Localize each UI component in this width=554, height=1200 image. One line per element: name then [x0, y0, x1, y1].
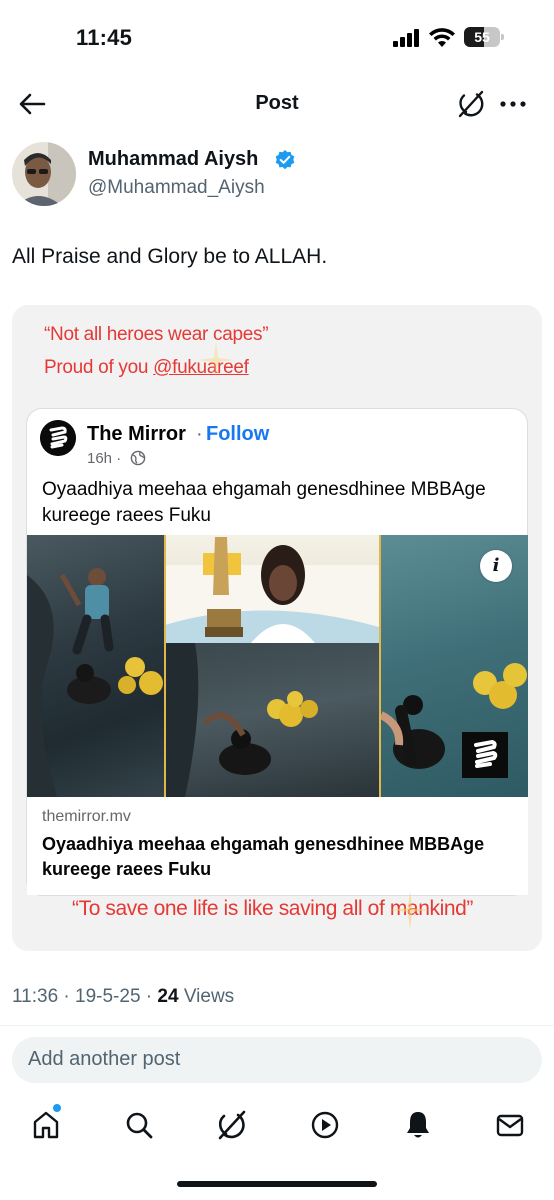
status-bar: 11:45 55 — [0, 0, 554, 70]
sparkle-decoration — [198, 342, 234, 378]
divider — [0, 1025, 554, 1026]
rescue-photo-2 — [165, 643, 379, 797]
video-icon[interactable] — [309, 1109, 341, 1141]
post-text: All Praise and Glory be to ALLAH. — [12, 245, 328, 268]
the-mirror-watermark-icon — [462, 732, 508, 778]
bottom-nav — [0, 1095, 554, 1155]
avatar[interactable] — [12, 142, 76, 206]
embedded-separator: · — [196, 423, 203, 445]
views-count[interactable]: 24 — [157, 986, 178, 1007]
search-icon[interactable] — [123, 1109, 155, 1141]
link-title: Oyaadhiya meehaa ehgamah genesdhinee MBB… — [42, 834, 485, 879]
post-time: 11:36 — [12, 986, 59, 1007]
add-post-placeholder: Add another post — [28, 1048, 181, 1070]
verified-badge-icon — [275, 150, 295, 170]
embedded-photo-collage — [27, 535, 528, 797]
grok-icon[interactable] — [216, 1109, 248, 1141]
link-domain: themirror.mv — [42, 808, 131, 825]
battery-level: 55 — [474, 29, 490, 45]
post-header: Post — [0, 78, 554, 132]
grok-icon[interactable] — [457, 90, 485, 118]
post-meta: 11:36 · 19-5-25 · 24 Views — [12, 986, 235, 1007]
home-indicator[interactable] — [177, 1181, 377, 1187]
rescue-photo-1 — [27, 535, 165, 797]
author-handle[interactable]: @Muhammad_Aiysh — [88, 177, 265, 199]
battery-icon: 55 — [464, 27, 504, 47]
status-time: 11:45 — [76, 25, 133, 50]
views-label[interactable]: Views — [184, 986, 234, 1007]
more-options-icon[interactable] — [498, 90, 528, 118]
embedded-caption: Oyaadhiya meehaa ehgamah genesdhinee MBB… — [42, 479, 486, 526]
embedded-timestamp: 16h · — [87, 450, 122, 467]
signal-icon — [393, 29, 423, 47]
info-icon: i — [480, 550, 512, 582]
the-mirror-logo-icon — [40, 420, 76, 456]
image-quote-prefix: Proud of you — [44, 357, 154, 378]
embedded-page-name: The Mirror — [87, 423, 186, 445]
embedded-follow-button: Follow — [206, 423, 270, 445]
author-name[interactable]: Muhammad Aiysh — [88, 148, 258, 171]
globe-icon — [130, 450, 146, 466]
messages-icon[interactable] — [494, 1109, 526, 1141]
sparkle-decoration — [390, 890, 430, 930]
home-icon[interactable] — [30, 1109, 62, 1141]
post-date: 19-5-25 — [75, 986, 141, 1007]
home-new-indicator — [53, 1104, 61, 1112]
wifi-icon — [429, 28, 455, 47]
notifications-icon[interactable] — [402, 1109, 434, 1141]
trophy-photo — [165, 535, 379, 643]
